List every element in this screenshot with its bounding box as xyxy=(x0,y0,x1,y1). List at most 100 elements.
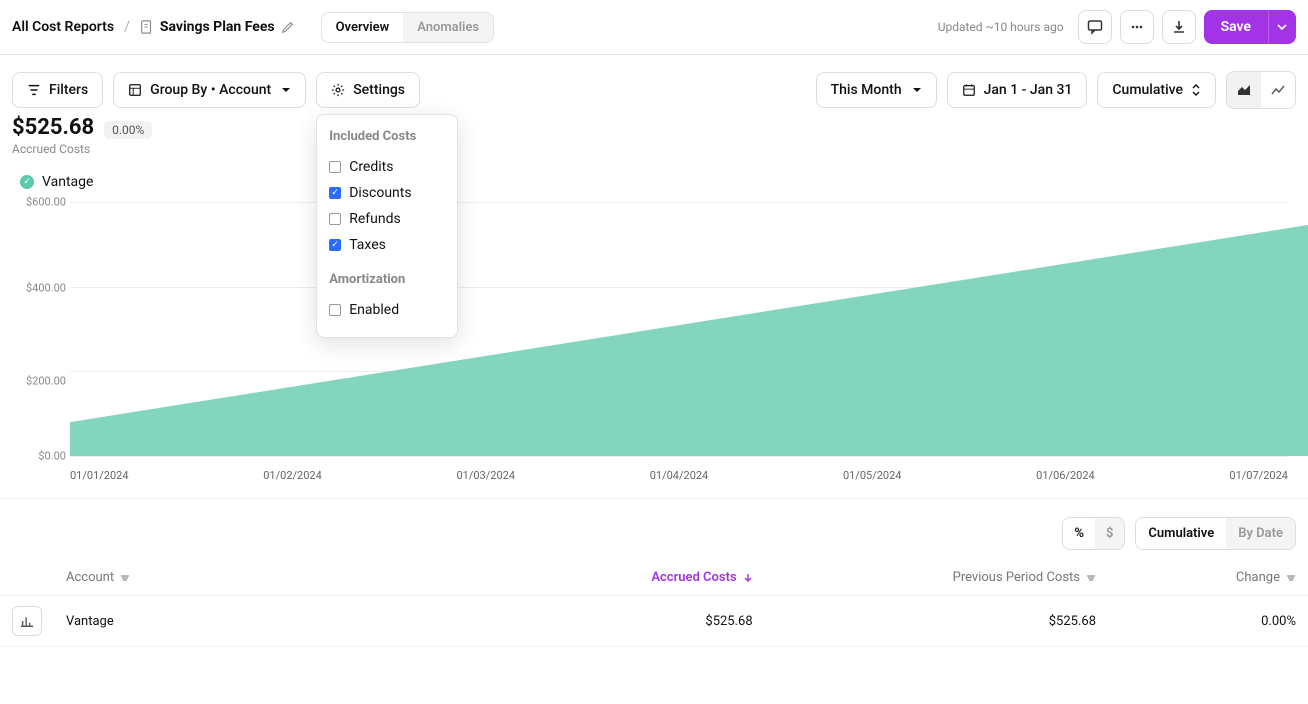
th-account[interactable]: Account xyxy=(66,570,409,585)
date-range-button[interactable]: Jan 1 - Jan 31 xyxy=(947,72,1088,108)
th-change[interactable]: Change xyxy=(1096,570,1296,585)
th-previous-label: Previous Period Costs xyxy=(953,570,1080,585)
header: All Cost Reports / Savings Plan Fees Ove… xyxy=(0,0,1308,55)
cell-change: 0.00% xyxy=(1096,614,1296,629)
download-icon xyxy=(1171,19,1187,35)
header-right: Updated ~10 hours ago Save xyxy=(938,10,1296,44)
date-range-label: Jan 1 - Jan 31 xyxy=(984,82,1073,98)
calendar-icon xyxy=(962,83,976,97)
sort-icon xyxy=(1286,573,1296,583)
cost-table: Account Accrued Costs Previous Period Co… xyxy=(0,560,1308,647)
toolbar: Filters Group By • Account Settings Incl… xyxy=(0,55,1308,119)
more-icon xyxy=(1129,19,1145,35)
period-select[interactable]: This Month xyxy=(816,72,937,108)
th-accrued[interactable]: Accrued Costs xyxy=(409,570,752,585)
cell-account: Vantage xyxy=(66,614,409,629)
settings-popover: Included Costs Credits Discounts Refunds… xyxy=(316,114,458,338)
th-account-label: Account xyxy=(66,570,114,585)
enabled-label: Enabled xyxy=(349,302,399,318)
tab-overview[interactable]: Overview xyxy=(322,13,404,42)
view-toggle: Cumulative By Date xyxy=(1135,517,1296,550)
y-tick-label: $600.00 xyxy=(12,196,66,209)
more-button[interactable] xyxy=(1120,10,1154,44)
comment-button[interactable] xyxy=(1078,10,1112,44)
row-chart-button[interactable] xyxy=(12,606,42,636)
toolbar-left: Filters Group By • Account Settings Incl… xyxy=(12,72,420,108)
legend: Vantage xyxy=(0,156,1308,196)
breadcrumb-sep: / xyxy=(124,19,130,35)
checkbox-discounts[interactable]: Discounts xyxy=(329,180,445,206)
table-row: Vantage $525.68 $525.68 0.00% xyxy=(0,596,1308,647)
unit-dollar-button[interactable]: $ xyxy=(1095,518,1124,549)
y-tick-label: $0.00 xyxy=(12,450,66,463)
filters-button[interactable]: Filters xyxy=(12,72,103,108)
updated-text: Updated ~10 hours ago xyxy=(938,20,1064,34)
chart: $600.00 $400.00 $200.00 $0.00 01/01/2024… xyxy=(12,196,1288,476)
summary: $525.68 0.00% xyxy=(0,115,1308,140)
layout-icon xyxy=(128,83,142,97)
sort-icon xyxy=(1086,573,1096,583)
group-by-label: Group By • Account xyxy=(150,82,271,98)
x-tick-label: 01/04/2024 xyxy=(650,469,709,482)
tab-anomalies[interactable]: Anomalies xyxy=(403,13,493,42)
checkbox-icon xyxy=(329,304,341,316)
summary-pct: 0.00% xyxy=(104,121,152,139)
cumulative-select[interactable]: Cumulative xyxy=(1097,72,1216,108)
th-previous[interactable]: Previous Period Costs xyxy=(753,570,1096,585)
view-bydate-button[interactable]: By Date xyxy=(1226,518,1295,549)
caret-down-icon xyxy=(281,85,291,95)
legend-series-label: Vantage xyxy=(42,174,93,190)
cumulative-label: Cumulative xyxy=(1112,82,1183,98)
included-costs-title: Included Costs xyxy=(329,129,445,144)
th-change-label: Change xyxy=(1236,570,1280,585)
cell-accrued: $525.68 xyxy=(409,614,752,629)
breadcrumb-root[interactable]: All Cost Reports xyxy=(12,19,114,35)
unit-toggle: % $ xyxy=(1062,517,1125,550)
comment-icon xyxy=(1087,19,1103,35)
checkbox-enabled[interactable]: Enabled xyxy=(329,297,445,323)
chevron-down-icon xyxy=(1277,22,1287,32)
chart-area-button[interactable] xyxy=(1227,72,1261,108)
table-toolbar: % $ Cumulative By Date xyxy=(0,498,1308,560)
header-left: All Cost Reports / Savings Plan Fees Ove… xyxy=(12,12,494,43)
unit-pct-button[interactable]: % xyxy=(1063,518,1095,549)
download-button[interactable] xyxy=(1162,10,1196,44)
discounts-label: Discounts xyxy=(349,185,411,201)
save-button-group: Save xyxy=(1204,10,1296,44)
checkbox-icon xyxy=(329,187,341,199)
settings-label: Settings xyxy=(353,82,405,98)
x-tick-label: 01/07/2024 xyxy=(1229,469,1288,482)
checkbox-credits[interactable]: Credits xyxy=(329,154,445,180)
checkbox-icon xyxy=(329,213,341,225)
filter-icon xyxy=(27,83,41,97)
credits-label: Credits xyxy=(349,159,393,175)
arrow-down-icon xyxy=(743,573,753,583)
pencil-icon[interactable] xyxy=(281,20,295,34)
bar-chart-icon xyxy=(20,614,34,628)
sort-icon xyxy=(1191,83,1201,97)
checkbox-icon xyxy=(329,239,341,251)
x-tick-label: 01/03/2024 xyxy=(456,469,515,482)
x-axis: 01/01/2024 01/02/2024 01/03/2024 01/04/2… xyxy=(70,469,1288,482)
chart-line-button[interactable] xyxy=(1261,72,1295,108)
view-cumulative-button[interactable]: Cumulative xyxy=(1136,518,1226,549)
checkbox-taxes[interactable]: Taxes xyxy=(329,232,445,258)
x-tick-label: 01/01/2024 xyxy=(70,469,129,482)
save-button[interactable]: Save xyxy=(1204,10,1268,44)
legend-dot-icon xyxy=(20,175,34,189)
gear-icon xyxy=(331,83,345,97)
refunds-label: Refunds xyxy=(349,211,401,227)
group-by-button[interactable]: Group By • Account xyxy=(113,72,306,108)
chart-area xyxy=(70,202,1308,456)
save-dropdown[interactable] xyxy=(1268,10,1296,44)
tabs: Overview Anomalies xyxy=(321,12,495,43)
settings-button[interactable]: Settings xyxy=(316,72,420,108)
table-header: Account Accrued Costs Previous Period Co… xyxy=(0,560,1308,596)
line-chart-icon xyxy=(1270,82,1286,98)
summary-sub: Accrued Costs xyxy=(0,140,1308,156)
breadcrumb-title: Savings Plan Fees xyxy=(160,19,275,35)
area-chart-icon xyxy=(1236,82,1252,98)
checkbox-refunds[interactable]: Refunds xyxy=(329,206,445,232)
x-tick-label: 01/02/2024 xyxy=(263,469,322,482)
amortization-title: Amortization xyxy=(329,272,445,287)
